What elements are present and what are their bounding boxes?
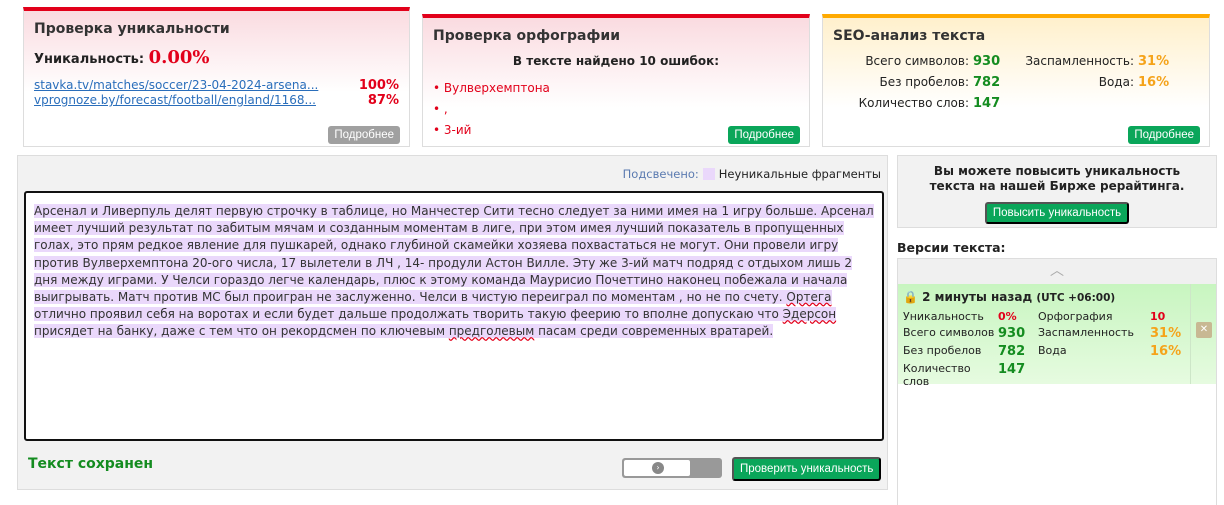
source-pct: 87% (367, 93, 399, 108)
card-title: Проверка орфографии (433, 28, 620, 44)
card-title: Проверка уникальности (34, 21, 230, 37)
uniqueness-card: Проверка уникальности Уникальность: 0.00… (23, 7, 410, 147)
uniqueness-more-button[interactable]: Подробнее (328, 126, 400, 144)
source-link[interactable]: vprognoze.by/forecast/football/england/1… (34, 93, 316, 108)
misspelled-word: предголевым (448, 324, 535, 339)
seo-more-button[interactable]: Подробнее (1128, 126, 1200, 144)
card-title: SEO-анализ текста (833, 28, 986, 44)
nospace-value: 782 (973, 75, 1001, 90)
words-label: Количество слов: (858, 96, 969, 110)
spam-value: 31% (1138, 54, 1170, 69)
source-link[interactable]: stavka.tv/matches/soccer/23-04-2024-arse… (34, 78, 318, 93)
increase-uniqueness-button[interactable]: Повысить уникальность (984, 202, 1130, 224)
water-label: Вода: (1098, 75, 1134, 89)
spam-label: Заспамленность: (1025, 54, 1134, 68)
error-item[interactable]: • Вулверхемптона (433, 78, 799, 99)
misspelled-word: Эдерсон (782, 307, 837, 322)
highlight-legend: Подсвечено: Неуникальные фрагменты (622, 167, 881, 181)
check-uniqueness-button[interactable]: Проверить уникальность (732, 457, 882, 481)
spelling-more-button[interactable]: Подробнее (728, 126, 800, 144)
errors-summary: В тексте найдено 10 ошибок: (512, 54, 720, 68)
highlight-swatch (702, 168, 715, 180)
source-row: vprognoze.by/forecast/football/england/1… (34, 93, 399, 108)
total-label: Всего символов: (865, 54, 969, 68)
source-pct: 100% (358, 78, 399, 93)
lock-icon: 🔒 (903, 290, 918, 304)
misspelled-word: Ортега (786, 290, 832, 305)
mode-toggle[interactable]: › (622, 458, 722, 478)
editor-panel: Подсвечено: Неуникальные фрагменты Арсена… (17, 155, 888, 490)
uniqueness-value: Уникальность: 0.00% (34, 47, 210, 68)
version-item[interactable]: 🔒 2 минуты назад (UTC +06:00) Уникальнос… (898, 284, 1216, 388)
chevron-right-icon: › (652, 462, 664, 474)
chevron-up-icon[interactable]: ︿ (898, 259, 1216, 284)
total-value: 930 (973, 54, 1001, 69)
error-item[interactable]: • , (433, 99, 799, 120)
water-value: 16% (1138, 75, 1170, 90)
promo-box: Вы можете повысить уникальность текста н… (897, 155, 1217, 228)
versions-list: ︿ 🔒 2 минуты назад (UTC +06:00) Уникальн… (897, 258, 1217, 505)
nospace-label: Без пробелов: (879, 75, 969, 89)
versions-title: Версии текста: (897, 240, 1006, 255)
words-value: 147 (973, 96, 1001, 111)
spelling-card: Проверка орфографии В тексте найдено 10 … (422, 14, 810, 147)
save-status: Текст сохранен (28, 456, 154, 472)
delete-version-button[interactable]: ✕ (1190, 284, 1216, 384)
close-icon: ✕ (1196, 322, 1212, 338)
seo-card: SEO-анализ текста Всего символов: 930 Зас… (822, 14, 1210, 147)
text-editor[interactable]: Арсенал и Ливерпуль делят первую строчку… (24, 191, 884, 441)
source-row: stavka.tv/matches/soccer/23-04-2024-arse… (34, 78, 399, 93)
